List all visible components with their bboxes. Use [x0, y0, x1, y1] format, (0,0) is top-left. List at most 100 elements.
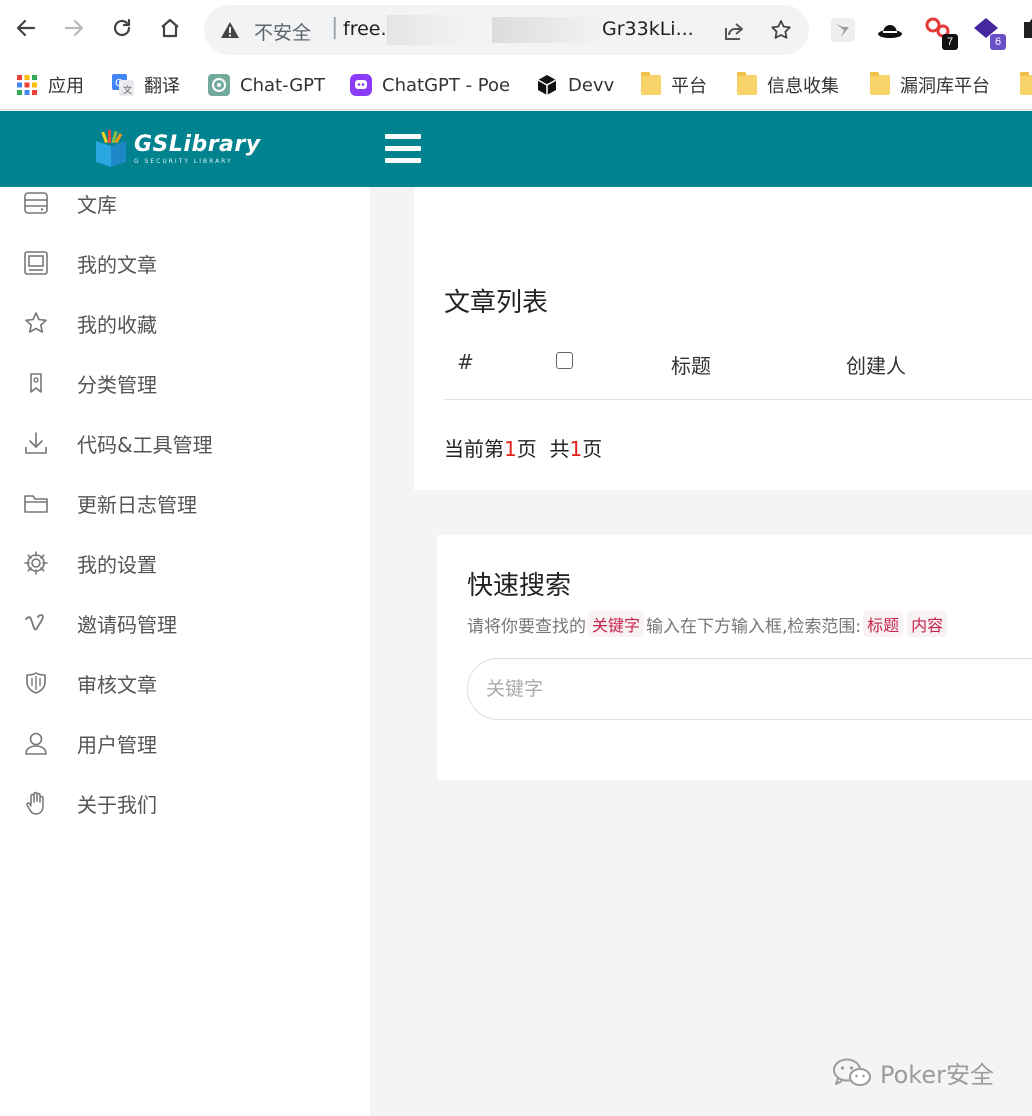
- hamburger-line: [385, 134, 421, 139]
- shield-icon: [22, 669, 50, 697]
- scope-tag-content: 内容: [907, 611, 948, 637]
- folder-icon: [22, 489, 50, 517]
- sidebar-item-label: 代码&工具管理: [77, 432, 213, 457]
- forward-button[interactable]: [58, 12, 90, 44]
- keyword-search-input[interactable]: [467, 658, 1032, 720]
- sidebar-item-label: 邀请码管理: [77, 612, 177, 637]
- book-logo-icon: [96, 130, 126, 167]
- menu-toggle-button[interactable]: [385, 134, 421, 164]
- folder-icon: [870, 72, 890, 95]
- browser-toolbar: 不安全 | free.i Gr33kLi... 7 6: [0, 0, 1032, 62]
- server-icon: [22, 189, 50, 217]
- bookmark-label: 平台: [671, 76, 707, 97]
- watermark: Poker安全: [832, 1055, 994, 1090]
- sidebar-item-users[interactable]: 用户管理: [0, 718, 370, 768]
- sidebar-item-changelog[interactable]: 更新日志管理: [0, 478, 370, 528]
- security-label[interactable]: 不安全: [254, 18, 311, 45]
- svg-text:文: 文: [123, 84, 132, 96]
- sidebar-item-label: 我的文章: [77, 252, 157, 277]
- sidebar-item-about[interactable]: 关于我们: [0, 778, 370, 828]
- bookmark-translate[interactable]: G文 翻译: [112, 70, 180, 100]
- puzzle-extension-icon[interactable]: [1020, 16, 1032, 44]
- home-icon: [161, 18, 179, 38]
- folder-icon: [1020, 72, 1032, 95]
- bookmark-devv[interactable]: Devv: [536, 70, 614, 100]
- extension-badge: 6: [990, 34, 1006, 50]
- home-button[interactable]: [154, 12, 186, 44]
- poe-icon: [350, 74, 372, 96]
- cube-icon: [536, 74, 558, 96]
- reload-button[interactable]: [106, 12, 138, 44]
- table-divider: [444, 399, 1032, 400]
- pager-suffix: 页: [582, 437, 603, 461]
- column-header-creator[interactable]: 创建人: [846, 350, 906, 379]
- article-list-card: 文章列表 # 标题 创建人 当前第1页 共1页: [414, 187, 1032, 490]
- bird-extension-icon[interactable]: [829, 16, 857, 44]
- bookmark-folder-platform[interactable]: 平台: [641, 70, 707, 100]
- omnibox-divider: |: [331, 15, 339, 40]
- sidebar-item-invite-codes[interactable]: 邀请码管理: [0, 598, 370, 648]
- sidebar: 文库 我的文章 我的收藏 分类管理 代码&工具管理 更新日志管理 我的设置 邀请…: [0, 187, 370, 1116]
- keyword-tag: 关键字: [588, 611, 645, 637]
- red-extension-icon[interactable]: 7: [924, 16, 958, 50]
- sidebar-item-label: 用户管理: [77, 732, 157, 757]
- sidebar-item-favorites[interactable]: 我的收藏: [0, 298, 370, 348]
- bookmark-chat-gpt[interactable]: Chat-GPT: [208, 70, 325, 100]
- hat-extension-icon[interactable]: [876, 16, 904, 44]
- arrow-left-icon: [16, 19, 36, 37]
- back-button[interactable]: [10, 12, 42, 44]
- redacted-url-part: [492, 17, 602, 43]
- svg-text:G: G: [115, 78, 123, 89]
- reload-icon: [113, 18, 131, 37]
- bookmark-label: Chat-GPT: [240, 74, 326, 96]
- bookmark-poe[interactable]: ChatGPT - Poe: [350, 70, 510, 100]
- logo[interactable]: GSLibrary G SECURITY LIBRARY: [92, 129, 261, 169]
- bookmarks-bar: 应用 G文 翻译 Chat-GPT ChatGPT - Poe Devv 平台 …: [0, 62, 1032, 110]
- address-bar[interactable]: 不安全 | free.i Gr33kLi...: [204, 5, 809, 55]
- quick-search-card: 快速搜索 请将你要查找的 关键字 输入在下方输入框,检索范围: 标题 内容: [437, 535, 1032, 780]
- bookmark-label: Devv: [568, 74, 615, 96]
- bookmark-star-icon[interactable]: [769, 18, 793, 42]
- sidebar-item-label: 分类管理: [77, 372, 157, 397]
- wechat-icon: [833, 1058, 871, 1086]
- sidebar-item-categories[interactable]: 分类管理: [0, 358, 370, 408]
- sidebar-item-my-articles[interactable]: 我的文章: [0, 238, 370, 288]
- sidebar-item-label: 更新日志管理: [77, 492, 197, 517]
- sidebar-item-label: 我的设置: [77, 552, 157, 577]
- hamburger-line: [385, 158, 421, 163]
- column-header-title[interactable]: 标题: [671, 350, 711, 379]
- total-pages: 1: [569, 437, 583, 461]
- desc-prefix: 请将你要查找的: [467, 616, 586, 637]
- pager-prefix: 当前第: [444, 437, 504, 461]
- bookmark-folder-more[interactable]: [1020, 70, 1032, 100]
- sidebar-item-review[interactable]: 审核文章: [0, 658, 370, 708]
- apps-grid-icon: [16, 74, 38, 96]
- sidebar-item-settings[interactable]: 我的设置: [0, 538, 370, 588]
- logo-subtitle: G SECURITY LIBRARY: [134, 157, 233, 165]
- google-translate-icon: G文: [112, 74, 134, 96]
- bookmark-folder-vuln[interactable]: 漏洞库平台: [870, 70, 990, 100]
- sidebar-item-code-tools[interactable]: 代码&工具管理: [0, 418, 370, 468]
- gear-icon: [22, 549, 50, 577]
- sidebar-item-label: 我的收藏: [77, 312, 157, 337]
- document-icon: [22, 249, 50, 277]
- sidebar-item-label: 文库: [77, 192, 117, 217]
- quick-search-title: 快速搜索: [467, 571, 572, 601]
- share-icon[interactable]: [722, 19, 746, 43]
- warning-icon: [221, 22, 239, 38]
- purple-extension-icon[interactable]: 6: [972, 16, 1006, 50]
- arrow-right-icon: [64, 19, 84, 37]
- url-text-end: Gr33kLi...: [602, 18, 694, 40]
- openai-icon: [208, 74, 230, 96]
- user-icon: [22, 729, 50, 757]
- bookmark-apps[interactable]: 应用: [16, 70, 84, 100]
- select-all-checkbox[interactable]: [556, 352, 573, 369]
- bookmark-folder-info[interactable]: 信息收集: [737, 70, 839, 100]
- bookmark-label: 应用: [48, 76, 84, 97]
- scope-tag-title: 标题: [863, 611, 904, 637]
- sidebar-item-library[interactable]: 文库: [0, 178, 370, 228]
- folder-icon: [641, 72, 661, 95]
- bookmark-icon: [22, 369, 50, 397]
- bookmark-label: 漏洞库平台: [900, 76, 990, 97]
- bookmark-label: 翻译: [144, 76, 180, 97]
